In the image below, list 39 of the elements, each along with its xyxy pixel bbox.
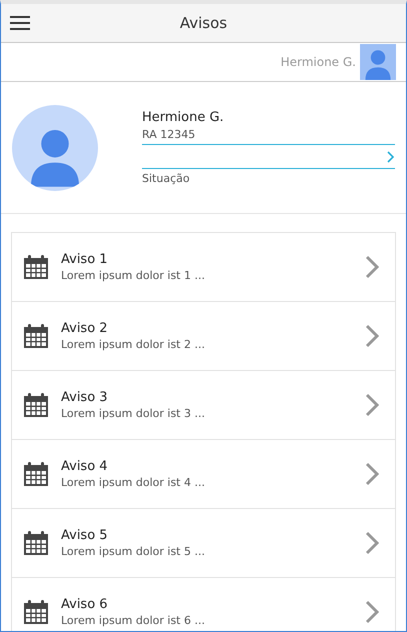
notice-item[interactable]: Aviso 6 Lorem ipsum dolor ist 6 ... (12, 578, 395, 631)
notice-summary: Lorem ipsum dolor ist 4 ... (61, 476, 206, 489)
notice-summary: Lorem ipsum dolor ist 3 ... (61, 407, 206, 420)
notice-summary: Lorem ipsum dolor ist 2 ... (61, 338, 206, 351)
calendar-icon (23, 254, 49, 280)
calendar-icon (23, 461, 49, 487)
menu-icon[interactable] (10, 15, 30, 31)
avatar-icon[interactable] (360, 44, 396, 80)
notice-title: Aviso 4 (61, 459, 109, 474)
notice-summary: Lorem ipsum dolor ist 6 ... (61, 614, 206, 627)
notice-summary: Lorem ipsum dolor ist 1 ... (61, 269, 206, 282)
notice-title: Aviso 1 (61, 252, 109, 267)
calendar-icon (23, 392, 49, 418)
calendar-icon (23, 530, 49, 556)
notice-summary: Lorem ipsum dolor ist 5 ... (61, 545, 206, 558)
status-label: Situação (142, 172, 191, 185)
chevron-icon (387, 150, 395, 162)
page-title: Avisos (180, 14, 228, 32)
chevron-icon (365, 531, 379, 555)
notice-item[interactable]: Aviso 2 Lorem ipsum dolor ist 2 ... (12, 302, 395, 371)
chevron-icon (365, 462, 379, 486)
student-id: RA 12345 (142, 128, 196, 143)
calendar-icon (23, 599, 49, 625)
calendar-icon (23, 323, 49, 349)
notice-item[interactable]: Aviso 1 Lorem ipsum dolor ist 1 ... (12, 233, 395, 302)
chevron-icon (365, 600, 379, 624)
user-name: Hermione G. (280, 55, 356, 69)
chevron-icon (365, 255, 379, 279)
notice-title: Aviso 6 (61, 597, 109, 612)
profile-name: Hermione G. (142, 110, 225, 125)
chevron-icon (365, 393, 379, 417)
notice-item[interactable]: Aviso 4 Lorem ipsum dolor ist 4 ... (12, 440, 395, 509)
notice-title: Aviso 3 (61, 390, 109, 405)
notice-item[interactable]: Aviso 3 Lorem ipsum dolor ist 3 ... (12, 371, 395, 440)
notice-item[interactable]: Aviso 5 Lorem ipsum dolor ist 5 ... (12, 509, 395, 578)
notice-title: Aviso 2 (61, 321, 109, 336)
chevron-icon (365, 324, 379, 348)
status-select[interactable] (142, 144, 395, 169)
notice-title: Aviso 5 (61, 528, 109, 543)
